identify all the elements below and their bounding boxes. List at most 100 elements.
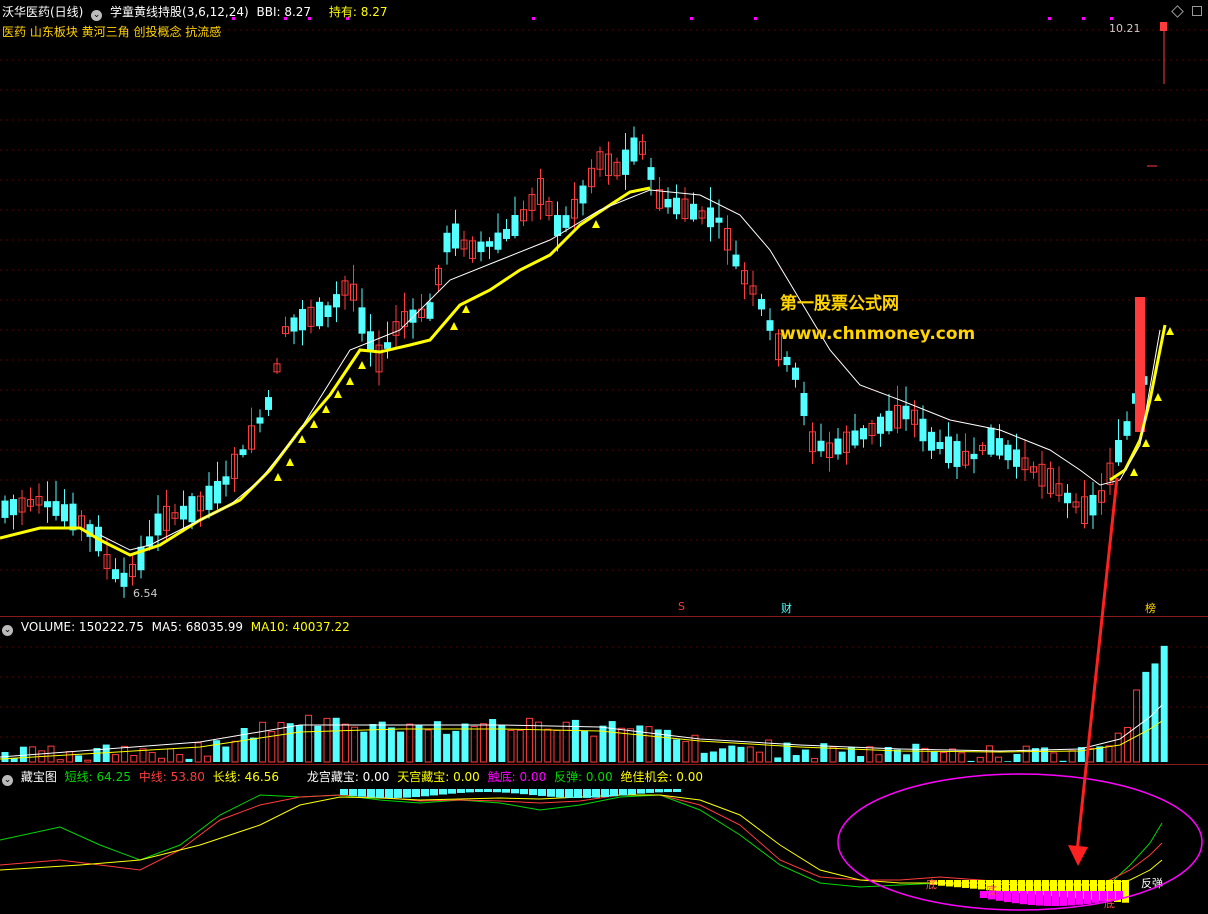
volume-chart[interactable] <box>0 617 1208 765</box>
candle-body <box>112 569 119 580</box>
volume-bar <box>949 748 957 763</box>
candle-body <box>503 229 510 239</box>
volume-bar <box>930 751 938 762</box>
volume-bar <box>19 746 27 762</box>
yellow-histogram-bar <box>962 880 969 888</box>
chudi-value: 触底: 0.00 <box>487 770 547 784</box>
buy-triangle <box>592 220 600 228</box>
cyan-histogram-bar <box>583 789 591 798</box>
candle-body <box>205 485 213 510</box>
volume-bar <box>470 725 478 763</box>
collapse-icon[interactable]: ⌄ <box>2 775 13 786</box>
cyan-histogram-bar <box>367 789 375 798</box>
volume-bar <box>746 746 754 763</box>
volume-pane[interactable]: ⌄ VOLUME: 150222.75 MA5: 68035.99 MA10: … <box>0 616 1208 765</box>
candle-body <box>647 167 655 180</box>
magenta-histogram-bar <box>1052 891 1059 906</box>
volume-bar <box>351 726 359 763</box>
top-dot <box>532 17 535 20</box>
cyan-histogram-bar <box>475 789 483 793</box>
volume-bar <box>240 728 248 762</box>
cyan-histogram-bar <box>628 789 636 795</box>
candle-body <box>673 197 680 215</box>
yellow-histogram-bar <box>1010 880 1017 893</box>
volume-bar <box>121 745 129 763</box>
mid-line <box>0 794 1163 886</box>
volume-bar <box>774 757 782 762</box>
watermark-name: 第一股票公式网 <box>780 294 899 314</box>
magenta-histogram-bar <box>1092 891 1099 903</box>
candle-body <box>579 185 587 204</box>
longgong-value: 龙宫藏宝: 0.00 <box>306 770 390 784</box>
volume-bar <box>387 727 395 762</box>
tiangong-value: 天宫藏宝: 0.00 <box>397 770 480 784</box>
cyan-histogram-bar <box>574 789 582 798</box>
price-header: 沃华医药(日线) ⌄ 学童黄线持股(3,6,12,24) BBI: 8.27 持… <box>2 3 391 21</box>
volume-bar <box>673 739 681 762</box>
cyan-histogram-bar <box>457 789 465 793</box>
cyan-histogram-bar <box>448 789 456 794</box>
hold-value: 持有: 8.27 <box>328 5 388 19</box>
magenta-histogram-bar <box>1020 891 1027 905</box>
volume-bar <box>213 740 221 762</box>
volume-bar <box>535 721 543 763</box>
volume-bar <box>111 754 119 763</box>
jue-value: 绝佳机会: 0.00 <box>620 770 704 784</box>
candle-body <box>358 307 366 334</box>
volume-bar <box>967 760 975 762</box>
candle-body <box>486 241 493 247</box>
candlestick-chart[interactable] <box>0 0 1208 616</box>
candle-body <box>622 149 629 175</box>
candle-body-top <box>1160 22 1167 31</box>
top-dot <box>690 17 693 20</box>
event-mark-rong[interactable]: 榜 <box>1145 600 1156 616</box>
buy-triangle <box>274 473 282 481</box>
indicator-pane[interactable]: ⌄ 藏宝图 短线: 64.25 中线: 53.80 长线: 46.56 龙宫藏宝… <box>0 764 1208 914</box>
magenta-histogram-bar <box>1012 891 1019 904</box>
buy-triangle <box>462 305 470 313</box>
candle-body <box>834 438 842 455</box>
candle-body <box>630 137 638 162</box>
cyan-histogram-bar <box>655 789 663 793</box>
di-mark-1: 底 <box>926 878 937 891</box>
buy-triangle <box>358 361 366 369</box>
volume-bar <box>682 741 690 763</box>
event-mark-s[interactable]: S <box>678 600 685 613</box>
volume-bar <box>424 729 432 763</box>
low-price-label: 6.54 <box>133 587 158 600</box>
volume-bar <box>231 740 239 763</box>
volume-bar <box>222 746 230 762</box>
cyan-histogram-bar <box>394 789 402 798</box>
volume-bar <box>295 725 303 762</box>
candle-body <box>426 302 434 319</box>
magenta-histogram-bar <box>1004 891 1011 903</box>
price-chart-pane[interactable]: 沃华医药(日线) ⌄ 学童黄线持股(3,6,12,24) BBI: 8.27 持… <box>0 0 1208 616</box>
volume-bar <box>167 748 175 763</box>
candle-body <box>452 223 459 249</box>
volume-bar <box>737 746 745 762</box>
volume-bar <box>1151 663 1159 762</box>
magenta-histogram-bar <box>1044 891 1051 906</box>
candle-body <box>1115 440 1122 463</box>
volume-bar <box>249 737 257 762</box>
volume-bar <box>728 745 736 762</box>
yellow-histogram-bar <box>954 880 961 888</box>
di-mark-3: 底 <box>1104 897 1115 910</box>
buy-triangle <box>334 390 342 398</box>
volume-bar <box>866 746 874 763</box>
cyan-histogram-bar <box>673 789 681 793</box>
candle-body <box>732 254 740 267</box>
volume-bar <box>958 752 966 763</box>
volume-bar <box>185 758 193 762</box>
top-dot <box>1048 17 1051 20</box>
cyan-histogram-bar <box>430 789 438 796</box>
candle-body-last <box>1135 297 1145 432</box>
indicator-chart[interactable] <box>0 765 1208 914</box>
event-mark-cai[interactable]: 财 <box>781 600 792 616</box>
collapse-icon[interactable]: ⌄ <box>2 625 13 636</box>
cyan-histogram-bar <box>502 789 510 793</box>
candle-body <box>1 500 9 518</box>
long-line-value: 长线: 46.56 <box>212 770 279 784</box>
indicator-title: 藏宝图 <box>20 770 57 784</box>
collapse-icon[interactable]: ⌄ <box>91 10 103 21</box>
